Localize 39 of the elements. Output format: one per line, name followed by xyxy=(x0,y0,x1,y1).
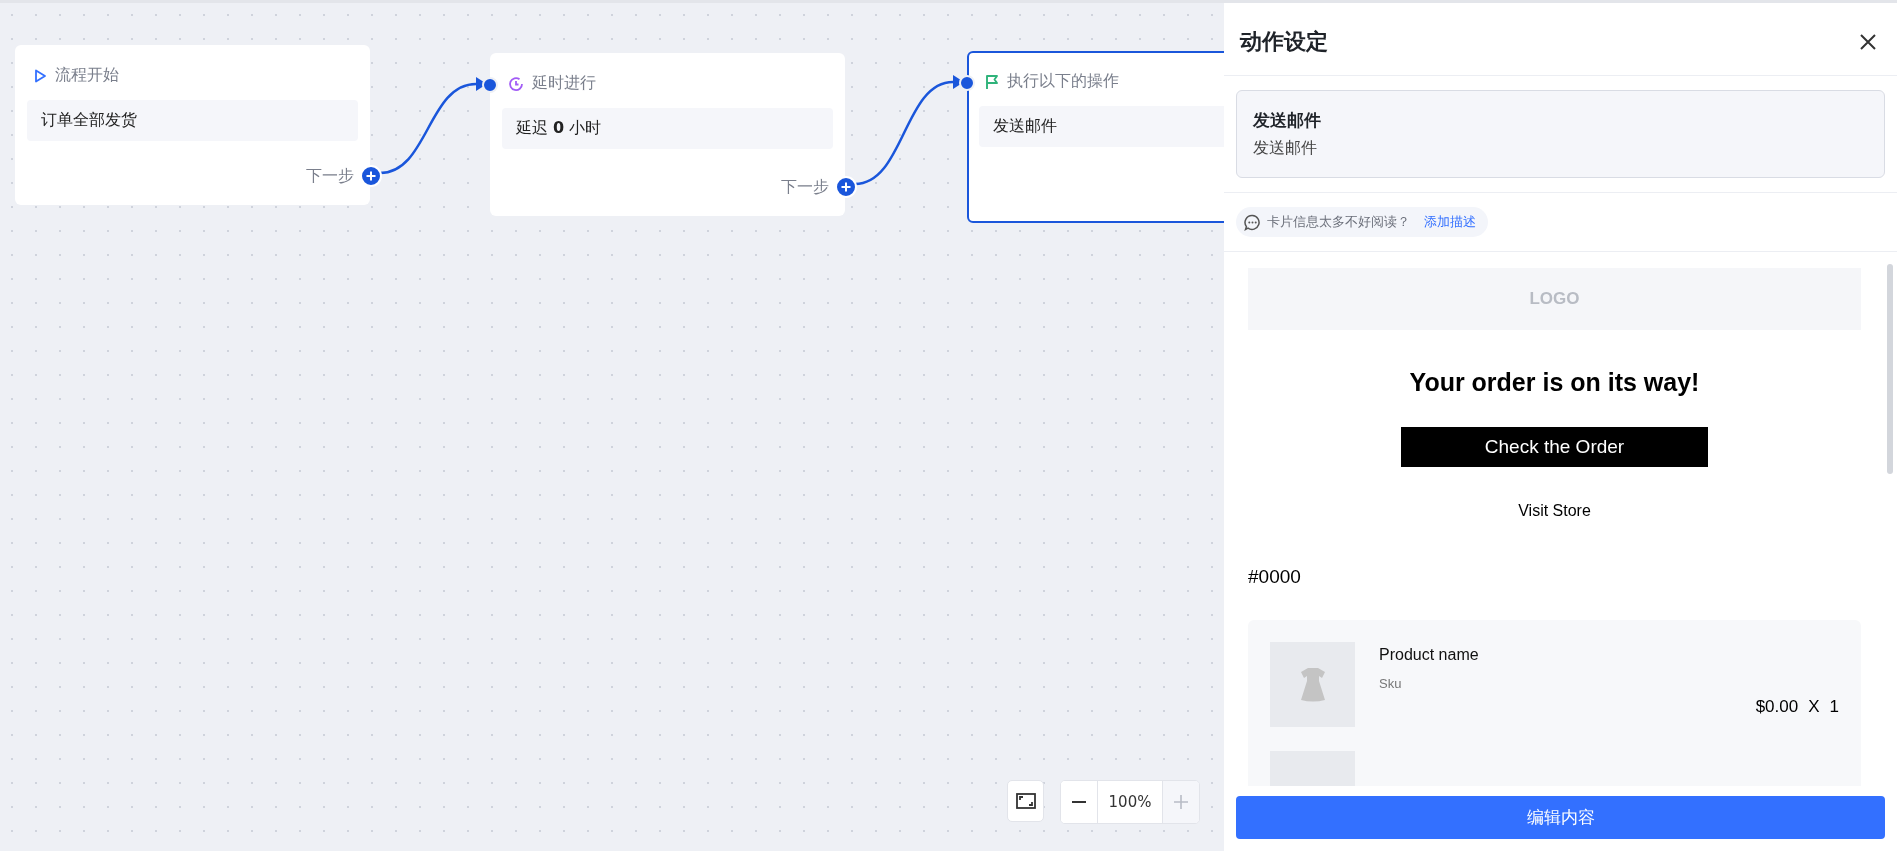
logo-text: LOGO xyxy=(1529,289,1580,309)
input-port[interactable] xyxy=(959,75,975,91)
chat-bubble-icon xyxy=(1244,213,1261,231)
next-step-label: 下一步 xyxy=(781,176,829,198)
node-title: 流程开始 xyxy=(55,65,119,86)
node-content: 订单全部发货 xyxy=(27,100,358,141)
plus-icon xyxy=(1173,794,1189,810)
play-icon xyxy=(33,68,47,83)
next-step-label: 下一步 xyxy=(306,165,354,187)
summary-title: 发送邮件 xyxy=(1253,109,1322,132)
input-port[interactable] xyxy=(482,77,498,93)
node-title: 执行以下的操作 xyxy=(1007,71,1119,92)
node-title: 延时进行 xyxy=(532,73,596,94)
add-description-link[interactable]: 添加描述 xyxy=(1424,213,1476,231)
dress-icon xyxy=(1299,666,1326,703)
add-step-icon[interactable] xyxy=(360,165,382,187)
edit-content-button[interactable]: 编辑内容 xyxy=(1236,796,1885,839)
fit-view-icon xyxy=(1015,793,1036,809)
product-name: Product name xyxy=(1379,646,1480,664)
product-quantity: 1 xyxy=(1829,697,1839,717)
scrollbar[interactable] xyxy=(1887,264,1893,474)
visit-store-link[interactable]: Visit Store xyxy=(1518,502,1591,520)
clock-icon xyxy=(508,75,524,92)
add-step-icon[interactable] xyxy=(835,176,857,198)
minus-icon xyxy=(1071,801,1087,803)
hint-text: 卡片信息太多不好阅读？ xyxy=(1267,213,1410,231)
email-heading: Your order is on its way! xyxy=(1408,368,1701,397)
flag-icon xyxy=(985,73,999,90)
node-content: 延迟 0 小时 xyxy=(502,108,833,149)
fit-view-button[interactable] xyxy=(1007,780,1044,822)
node-content: 发送邮件 xyxy=(979,106,1224,147)
product-price: $0.00 xyxy=(1755,697,1799,717)
times-sign: X xyxy=(1808,697,1820,717)
panel-title: 动作设定 xyxy=(1240,28,1328,56)
summary-subtitle: 发送邮件 xyxy=(1253,138,1318,159)
order-number: #0000 xyxy=(1248,566,1302,588)
product-sku: Sku xyxy=(1379,676,1403,691)
check-order-button[interactable]: Check the Order xyxy=(1401,427,1708,467)
close-icon[interactable] xyxy=(1859,33,1877,51)
